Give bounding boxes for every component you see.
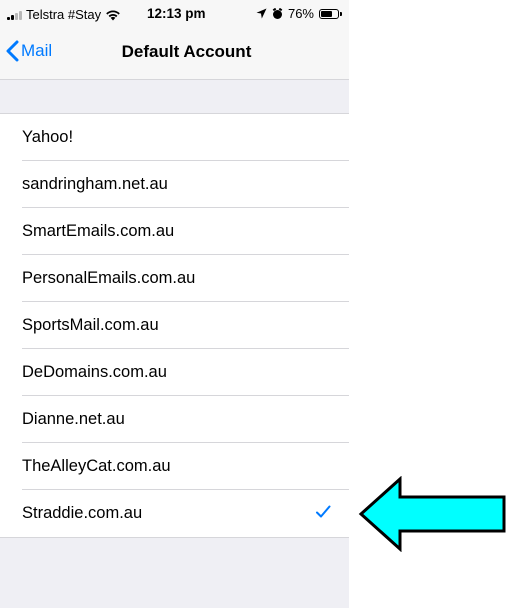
account-row[interactable]: Straddie.com.au [0, 490, 349, 537]
phone-screen: Telstra #Stay 12:13 pm 76% Mail Default … [0, 0, 349, 608]
carrier-name: Telstra #Stay [26, 7, 102, 22]
account-row[interactable]: PersonalEmails.com.au [0, 255, 349, 302]
account-label: PersonalEmails.com.au [22, 269, 196, 287]
account-list: Yahoo! sandringham.net.au SmartEmails.com.… [0, 113, 349, 538]
account-row[interactable]: SportsMail.com.au [0, 302, 349, 349]
account-label: sandringham.net.au [22, 175, 168, 193]
account-row[interactable]: Dianne.net.au [0, 396, 349, 443]
account-label: SmartEmails.com.au [22, 222, 175, 240]
status-bar: Telstra #Stay 12:13 pm 76% [0, 0, 349, 28]
account-label: Straddie.com.au [22, 504, 143, 522]
account-label: DeDomains.com.au [22, 363, 167, 381]
wifi-icon [106, 9, 120, 20]
left-arrow-icon [358, 476, 506, 552]
account-row[interactable]: DeDomains.com.au [0, 349, 349, 396]
battery-percent: 76% [287, 6, 314, 21]
status-time: 12:13 pm [147, 6, 206, 21]
battery-icon [319, 8, 342, 19]
account-row[interactable]: TheAlleyCat.com.au [0, 443, 349, 490]
account-label: Yahoo! [22, 128, 74, 146]
account-label: TheAlleyCat.com.au [22, 457, 171, 475]
checkmark-icon [316, 505, 331, 518]
page-title: Default Account [121, 42, 252, 61]
alarm-icon [272, 7, 283, 19]
cell-signal-icon [7, 10, 22, 20]
account-label: Dianne.net.au [22, 410, 125, 428]
status-right: 76% [256, 6, 342, 21]
account-row[interactable]: Yahoo! [0, 114, 349, 161]
navigation-bar: Mail Default Account [0, 28, 349, 80]
account-label: SportsMail.com.au [22, 316, 159, 334]
account-row[interactable]: sandringham.net.au [0, 161, 349, 208]
account-row[interactable]: SmartEmails.com.au [0, 208, 349, 255]
location-icon [256, 8, 267, 19]
status-left: Telstra #Stay [7, 7, 121, 22]
page: Telstra #Stay 12:13 pm 76% Mail Default … [0, 0, 512, 608]
battery-level [321, 10, 332, 17]
